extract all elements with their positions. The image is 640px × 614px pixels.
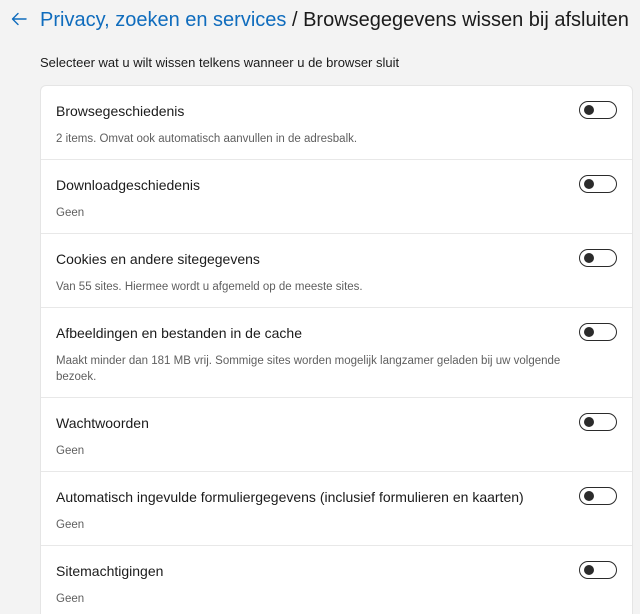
setting-description: Geen bbox=[56, 593, 85, 605]
back-button[interactable] bbox=[6, 6, 32, 32]
settings-page: Privacy, zoeken en services / Browsegege… bbox=[0, 0, 640, 614]
toggle-switch[interactable] bbox=[579, 323, 617, 341]
setting-row: Browsegeschiedenis 2 items. Omvat ook aut… bbox=[41, 86, 632, 160]
toggle-switch[interactable] bbox=[579, 413, 617, 431]
breadcrumb-current: Browsegegevens wissen bij afsluiten bbox=[303, 9, 629, 31]
setting-description: Geen bbox=[56, 519, 85, 531]
setting-description: Maakt minder dan 181 MB vrij. Sommige si… bbox=[56, 355, 561, 383]
toggle-switch[interactable] bbox=[579, 101, 617, 119]
toggle-switch[interactable] bbox=[579, 487, 617, 505]
page-title: Privacy, zoeken en services / Browsegege… bbox=[40, 8, 629, 32]
setting-row: Afbeeldingen en bestanden in de cache Maa… bbox=[41, 308, 632, 398]
page-header: Privacy, zoeken en services / Browsegege… bbox=[0, 0, 640, 42]
setting-description: 2 items. Omvat ook automatisch aanvullen… bbox=[56, 133, 358, 145]
toggle-knob bbox=[584, 105, 594, 115]
back-arrow-icon bbox=[11, 12, 27, 26]
setting-label: Browsegeschiedenis bbox=[56, 103, 185, 119]
section-description: Selecteer wat u wilt wissen telkens wann… bbox=[40, 55, 400, 70]
setting-description: Geen bbox=[56, 445, 85, 457]
toggle-knob bbox=[584, 491, 594, 501]
setting-description: Geen bbox=[56, 207, 85, 219]
setting-label: Downloadgeschiedenis bbox=[56, 177, 200, 193]
setting-row: Sitemachtigingen Geen bbox=[41, 546, 632, 614]
toggle-switch[interactable] bbox=[579, 561, 617, 579]
settings-card: Browsegeschiedenis 2 items. Omvat ook aut… bbox=[40, 85, 633, 614]
setting-row: Automatisch ingevulde formuliergegevens … bbox=[41, 472, 632, 546]
toggle-knob bbox=[584, 565, 594, 575]
toggle-switch[interactable] bbox=[579, 175, 617, 193]
breadcrumb-separator: / bbox=[286, 9, 304, 31]
setting-row: Cookies en andere sitegegevens Van 55 sit… bbox=[41, 234, 632, 308]
toggle-knob bbox=[584, 417, 594, 427]
setting-label: Wachtwoorden bbox=[56, 415, 149, 431]
toggle-knob bbox=[584, 253, 594, 263]
setting-description: Van 55 sites. Hiermee wordt u afgemeld o… bbox=[56, 281, 363, 293]
toggle-switch[interactable] bbox=[579, 249, 617, 267]
toggle-knob bbox=[584, 179, 594, 189]
setting-label: Sitemachtigingen bbox=[56, 563, 164, 579]
setting-row: Downloadgeschiedenis Geen bbox=[41, 160, 632, 234]
setting-label: Automatisch ingevulde formuliergegevens … bbox=[56, 489, 524, 505]
setting-label: Cookies en andere sitegegevens bbox=[56, 251, 260, 267]
breadcrumb-privacy-link[interactable]: Privacy, zoeken en services bbox=[40, 9, 286, 31]
toggle-knob bbox=[584, 327, 594, 337]
setting-label: Afbeeldingen en bestanden in de cache bbox=[56, 325, 302, 341]
setting-row: Wachtwoorden Geen bbox=[41, 398, 632, 472]
